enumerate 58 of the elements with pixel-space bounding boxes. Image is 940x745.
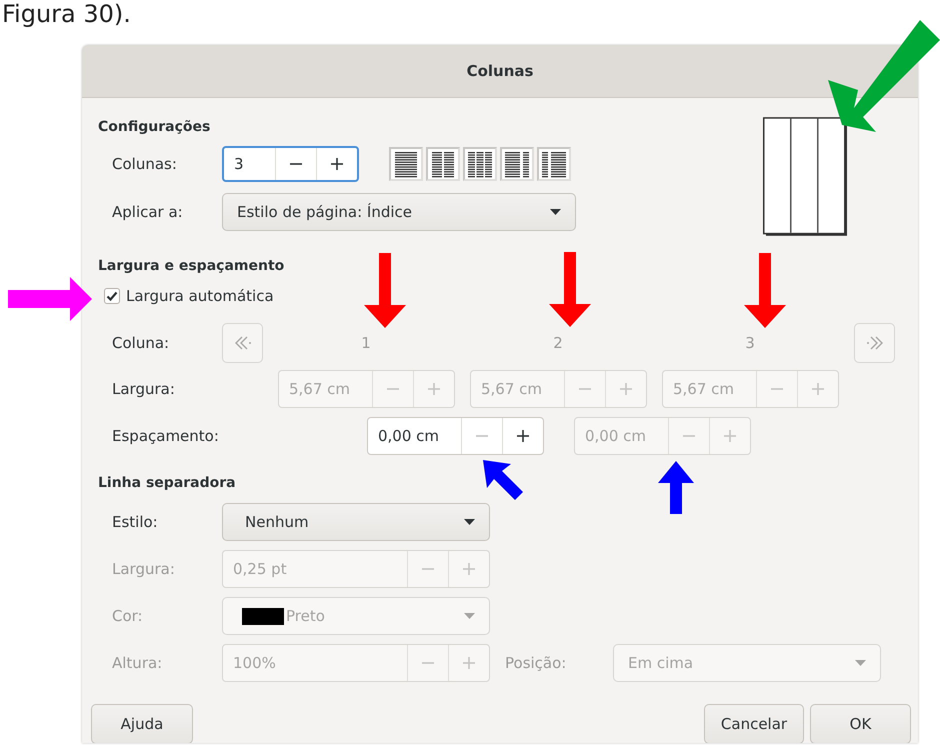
field-label: Estilo: <box>111 513 159 531</box>
checkbox-label: Largura automática <box>126 287 274 305</box>
field-label: Largura: <box>111 380 176 398</box>
value-input[interactable]: 3 <box>224 148 275 180</box>
dialog-button[interactable]: Ajuda <box>91 704 193 743</box>
field-label: Posição: <box>504 654 568 672</box>
plus-icon <box>428 383 440 395</box>
window-title: Colunas <box>466 62 534 80</box>
dropdown-arrow-icon <box>550 209 561 215</box>
field-label: Aplicar a: <box>111 203 184 221</box>
layout-preset-button[interactable] <box>389 147 423 181</box>
section-heading: Largura e espaçamento <box>98 257 286 275</box>
dropdown[interactable]: Nenhum <box>222 503 490 541</box>
column-layout-icon <box>504 150 530 178</box>
plus-icon <box>331 158 343 170</box>
caption-text: Figura 30). <box>2 0 131 28</box>
column-layout-icon <box>467 150 493 178</box>
layout-preset-button[interactable] <box>500 147 534 181</box>
field-label: Cor: <box>111 607 144 625</box>
plus-icon <box>463 657 475 669</box>
dropdown-arrow-icon <box>855 660 866 666</box>
plus-icon <box>517 430 529 442</box>
column-number: 2 <box>553 334 563 352</box>
dropdown-arrow-icon <box>464 613 475 619</box>
spin-box[interactable]: 0,00 cm <box>367 417 544 455</box>
field-label: Coluna: <box>111 334 170 352</box>
column-number: 1 <box>361 334 371 352</box>
layout-preset-button[interactable] <box>537 147 571 181</box>
dropdown-value: Nenhum <box>245 513 310 531</box>
section-heading: Linha separadora <box>98 474 237 492</box>
value-input[interactable]: 0,00 cm <box>368 418 461 454</box>
double-right-arrow-icon <box>864 335 884 351</box>
field-label: Colunas: <box>111 155 178 173</box>
section-heading: Configurações <box>98 118 210 136</box>
field-label: Altura: <box>111 654 164 672</box>
dialog-button[interactable]: OK <box>810 704 911 743</box>
column-layout-icon <box>430 150 456 178</box>
field-label: Espaçamento: <box>111 427 220 445</box>
plus-icon <box>620 383 632 395</box>
column-layout-icon <box>393 150 419 178</box>
dropdown[interactable]: Estilo de página: Índice <box>222 193 576 231</box>
dialog-button[interactable]: Cancelar <box>704 704 804 743</box>
checkmark-icon <box>106 290 118 302</box>
checkbox[interactable] <box>104 288 120 304</box>
column-number: 3 <box>745 334 755 352</box>
layout-preset-button[interactable] <box>463 147 497 181</box>
plus-icon <box>463 563 475 575</box>
dropdown-value: Preto <box>286 607 325 625</box>
spin-box[interactable]: 3 <box>222 146 359 182</box>
field-label: Largura: <box>111 560 176 578</box>
plus-icon <box>812 383 824 395</box>
double-left-arrow-icon <box>232 335 252 351</box>
plus-icon <box>724 430 736 442</box>
dropdown-value: Estilo de página: Índice <box>237 203 413 221</box>
dropdown-value: Em cima <box>628 654 694 672</box>
dropdown-arrow-icon <box>464 519 475 525</box>
column-layout-icon <box>541 150 567 178</box>
layout-preset-button[interactable] <box>426 147 460 181</box>
